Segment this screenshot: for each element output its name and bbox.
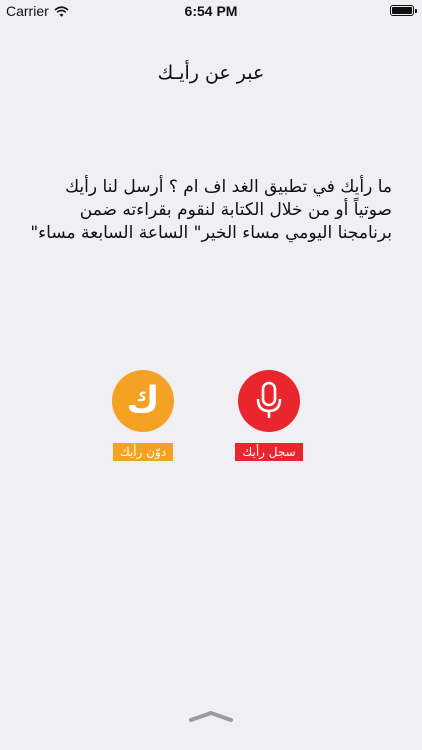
page-title: عبر عن رأيـك	[157, 62, 265, 84]
status-time: 6:54 PM	[184, 3, 238, 19]
write-icon-glyph: ك	[126, 380, 160, 421]
write-opinion-button[interactable]: ك دوّن رأيك	[111, 370, 175, 461]
status-bar: Carrier 6:54 PM	[0, 0, 422, 22]
write-icon: ك	[112, 370, 174, 432]
write-opinion-label: دوّن رأيك	[112, 443, 174, 461]
battery-icon	[390, 5, 417, 16]
question-text: ما رأيك في تطبيق الغد اف ام ؟ أرسل لنا ر…	[30, 177, 392, 243]
chevron-up-icon[interactable]	[188, 709, 234, 723]
record-opinion-label: سجل رأيك	[235, 443, 303, 461]
microphone-icon	[256, 381, 282, 418]
record-circle	[238, 370, 300, 432]
record-opinion-button[interactable]: سجل رأيك	[235, 370, 303, 461]
